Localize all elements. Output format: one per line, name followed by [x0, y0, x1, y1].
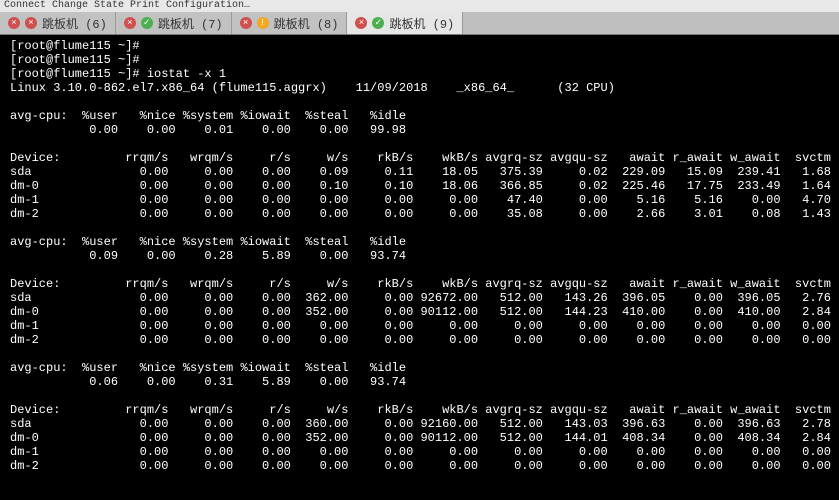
tab-3[interactable]: × ✓ 跳板机 (9)	[347, 12, 463, 34]
close-icon[interactable]: ×	[8, 17, 20, 29]
menubar: Connect Change State Print Configuration…	[0, 0, 839, 12]
tab-0[interactable]: × × 跳板机 (6)	[0, 12, 116, 34]
warn-icon: !	[257, 17, 269, 29]
close-icon: ×	[25, 17, 37, 29]
close-icon[interactable]: ×	[355, 17, 367, 29]
tab-label: 跳板机 (9)	[389, 15, 454, 32]
close-icon[interactable]: ×	[240, 17, 252, 29]
tab-label: 跳板机 (6)	[42, 15, 107, 32]
terminal-output[interactable]: [root@flume115 ~]# [root@flume115 ~]# [r…	[0, 35, 839, 500]
tab-2[interactable]: ×! 跳板机 (8)	[232, 12, 348, 34]
tabbar: × × 跳板机 (6) × ✓ 跳板机 (7) ×! 跳板机 (8) × ✓ 跳板机 (9)	[0, 12, 839, 35]
ok-icon: ✓	[141, 17, 153, 29]
tab-1[interactable]: × ✓ 跳板机 (7)	[116, 12, 232, 34]
tab-label: 跳板机 (8)	[274, 15, 339, 32]
ok-icon: ✓	[372, 17, 384, 29]
close-icon[interactable]: ×	[124, 17, 136, 29]
tab-label: 跳板机 (7)	[158, 15, 223, 32]
